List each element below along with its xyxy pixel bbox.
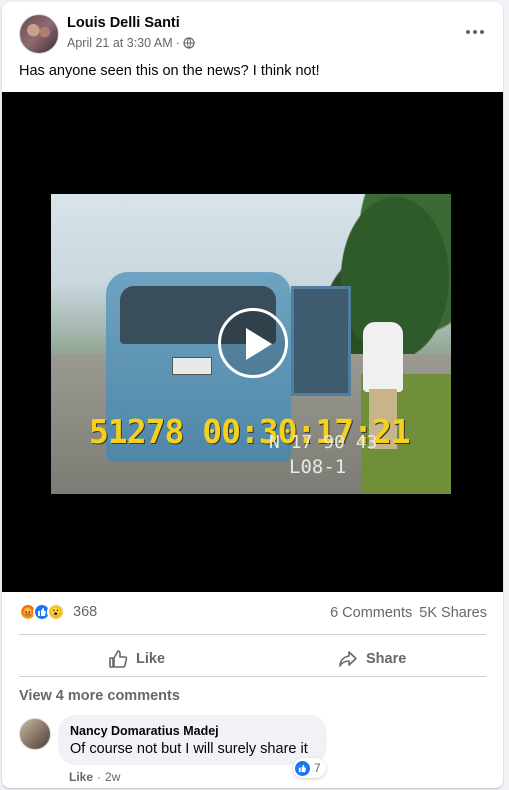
post-author-name[interactable]: Louis Delli Santi [67, 15, 180, 31]
view-more-comments-link[interactable]: View 4 more comments [19, 688, 180, 704]
post-timestamp[interactable]: April 21 at 3:30 AM [67, 36, 173, 50]
post-card: Louis Delli Santi April 21 at 3:30 AM · … [2, 2, 503, 788]
share-button[interactable]: Share [338, 644, 406, 674]
reaction-count[interactable]: 368 [73, 604, 97, 620]
thumbs-up-icon [109, 650, 128, 668]
share-icon [339, 651, 357, 667]
comment-text: Of course not but I will surely share it [70, 741, 308, 757]
divider [19, 634, 486, 635]
play-icon[interactable] [218, 308, 288, 378]
like-icon [295, 760, 310, 776]
shares-count[interactable]: 5K Shares [419, 605, 487, 621]
engagement-stats: 6 Comments 5K Shares [330, 605, 487, 621]
comment-reaction-badge[interactable]: 7 [293, 758, 326, 778]
share-label: Share [366, 651, 407, 667]
comment-reaction-count: 7 [314, 761, 321, 775]
meta-separator: · [175, 36, 180, 50]
more-options-icon[interactable] [463, 24, 487, 40]
divider [19, 676, 486, 677]
like-label: Like [136, 651, 166, 667]
globe-icon [183, 37, 195, 49]
post-meta: April 21 at 3:30 AM · [67, 36, 195, 50]
timecode-secondary: N 17 90 43 [269, 432, 378, 453]
commenter-avatar[interactable] [19, 718, 51, 750]
commenter-name[interactable]: Nancy Domaratius Madej [70, 724, 315, 738]
comment-like-button[interactable]: Like [69, 770, 93, 784]
video-player[interactable]: 51278 00:30:17:21 N 17 90 43 L08-1 [2, 92, 503, 592]
post-text: Has anyone seen this on the news? I thin… [19, 63, 320, 79]
comments-count[interactable]: 6 Comments [330, 605, 412, 621]
like-button[interactable]: Like [108, 644, 165, 674]
comment-age[interactable]: 2w [105, 770, 120, 784]
reactions-summary[interactable]: 😡 😮 368 [19, 603, 97, 621]
comment-separator: · [97, 770, 102, 784]
author-avatar[interactable] [19, 14, 59, 54]
comment-bubble: Nancy Domaratius Madej Of course not but… [58, 715, 327, 765]
wow-icon: 😮 [47, 603, 65, 621]
comment-actions: Like · 2w [69, 770, 120, 784]
tape-label: L08-1 [289, 456, 347, 478]
